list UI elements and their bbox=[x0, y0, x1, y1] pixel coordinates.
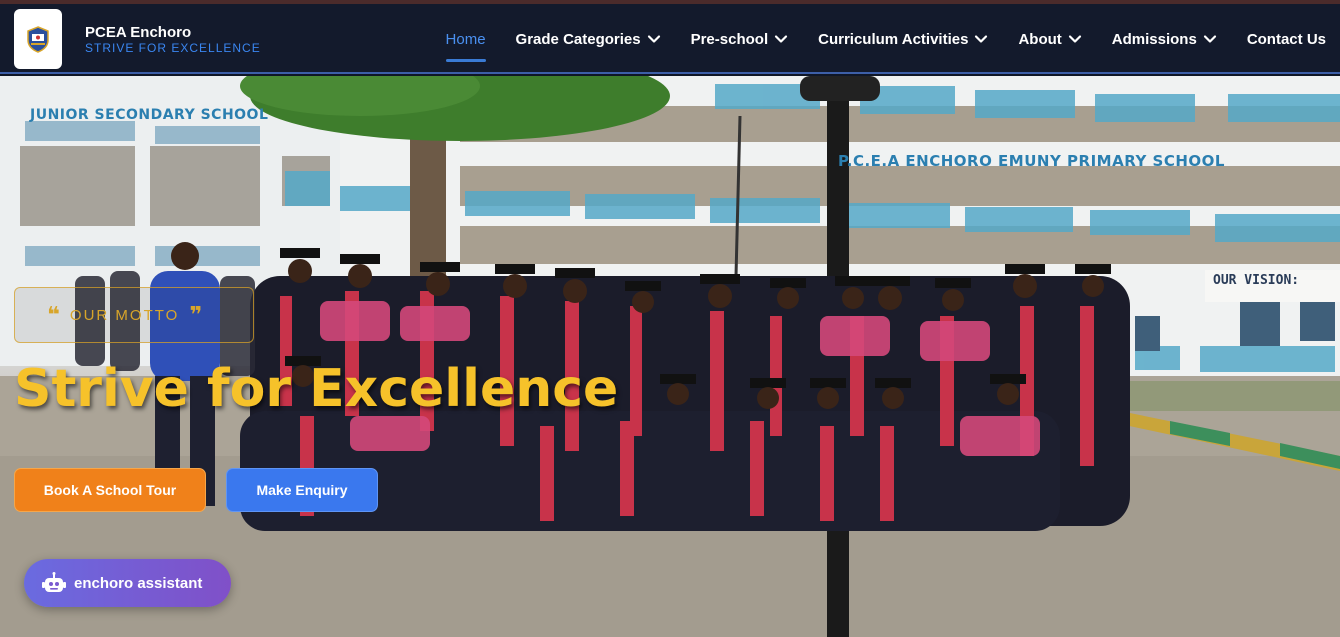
brand: PCEA Enchoro STRIVE FOR EXCELLENCE bbox=[85, 24, 261, 56]
nav-item-contact-us[interactable]: Contact Us bbox=[1247, 4, 1326, 74]
site-header: PCEA Enchoro STRIVE FOR EXCELLENCE Home … bbox=[0, 4, 1340, 74]
nav-label: Curriculum Activities bbox=[818, 30, 969, 48]
open-quote-icon: ❝ bbox=[47, 302, 60, 327]
brand-tagline: STRIVE FOR EXCELLENCE bbox=[85, 41, 261, 55]
nav-label: Home bbox=[445, 30, 486, 48]
robot-icon bbox=[42, 572, 66, 592]
school-crest-icon bbox=[27, 26, 49, 53]
brand-name[interactable]: PCEA Enchoro bbox=[85, 24, 261, 41]
nav-item-grade-categories[interactable]: Grade Categories bbox=[516, 4, 661, 74]
close-quote-icon: ❞ bbox=[189, 302, 203, 327]
chevron-down-icon bbox=[775, 35, 788, 43]
photo-sign-junior-secondary: JUNIOR SECONDARY SCHOOL bbox=[30, 107, 269, 123]
nav-item-admissions[interactable]: Admissions bbox=[1112, 4, 1217, 74]
hero-section: JUNIOR SECONDARY SCHOOL P.C.E.A ENCHORO … bbox=[0, 76, 1340, 637]
chevron-down-icon bbox=[1068, 35, 1081, 43]
book-school-tour-button[interactable]: Book A School Tour bbox=[14, 468, 206, 512]
nav-label: Grade Categories bbox=[515, 30, 641, 48]
motto-label: OUR MOTTO bbox=[69, 306, 180, 324]
nav-label: About bbox=[1018, 30, 1062, 48]
nav-label: Admissions bbox=[1111, 30, 1197, 48]
photo-sign-vision: OUR VISION: bbox=[1213, 273, 1300, 288]
assistant-label: enchoro assistant bbox=[74, 574, 203, 592]
nav-item-about[interactable]: About bbox=[1018, 4, 1081, 74]
motto-badge: ❝ OUR MOTTO ❞ bbox=[14, 287, 254, 343]
nav-label: Pre-school bbox=[690, 30, 769, 48]
chevron-down-icon bbox=[647, 35, 660, 43]
chat-assistant-button[interactable]: enchoro assistant bbox=[24, 559, 231, 607]
hero-title: Strive for Excellence bbox=[14, 359, 619, 419]
photo-sign-primary-school: P.C.E.A ENCHORO EMUNY PRIMARY SCHOOL bbox=[838, 152, 1225, 170]
nav-item-curriculum-activities[interactable]: Curriculum Activities bbox=[818, 4, 988, 74]
main-nav: Home Grade Categories Pre-school Curricu… bbox=[416, 4, 1326, 74]
chevron-down-icon bbox=[975, 35, 988, 43]
nav-item-pre-school[interactable]: Pre-school bbox=[691, 4, 789, 74]
nav-label: Contact Us bbox=[1246, 30, 1326, 48]
make-enquiry-button[interactable]: Make Enquiry bbox=[226, 468, 378, 512]
school-logo[interactable] bbox=[14, 9, 62, 69]
nav-item-home[interactable]: Home bbox=[445, 4, 486, 74]
chevron-down-icon bbox=[1203, 35, 1216, 43]
